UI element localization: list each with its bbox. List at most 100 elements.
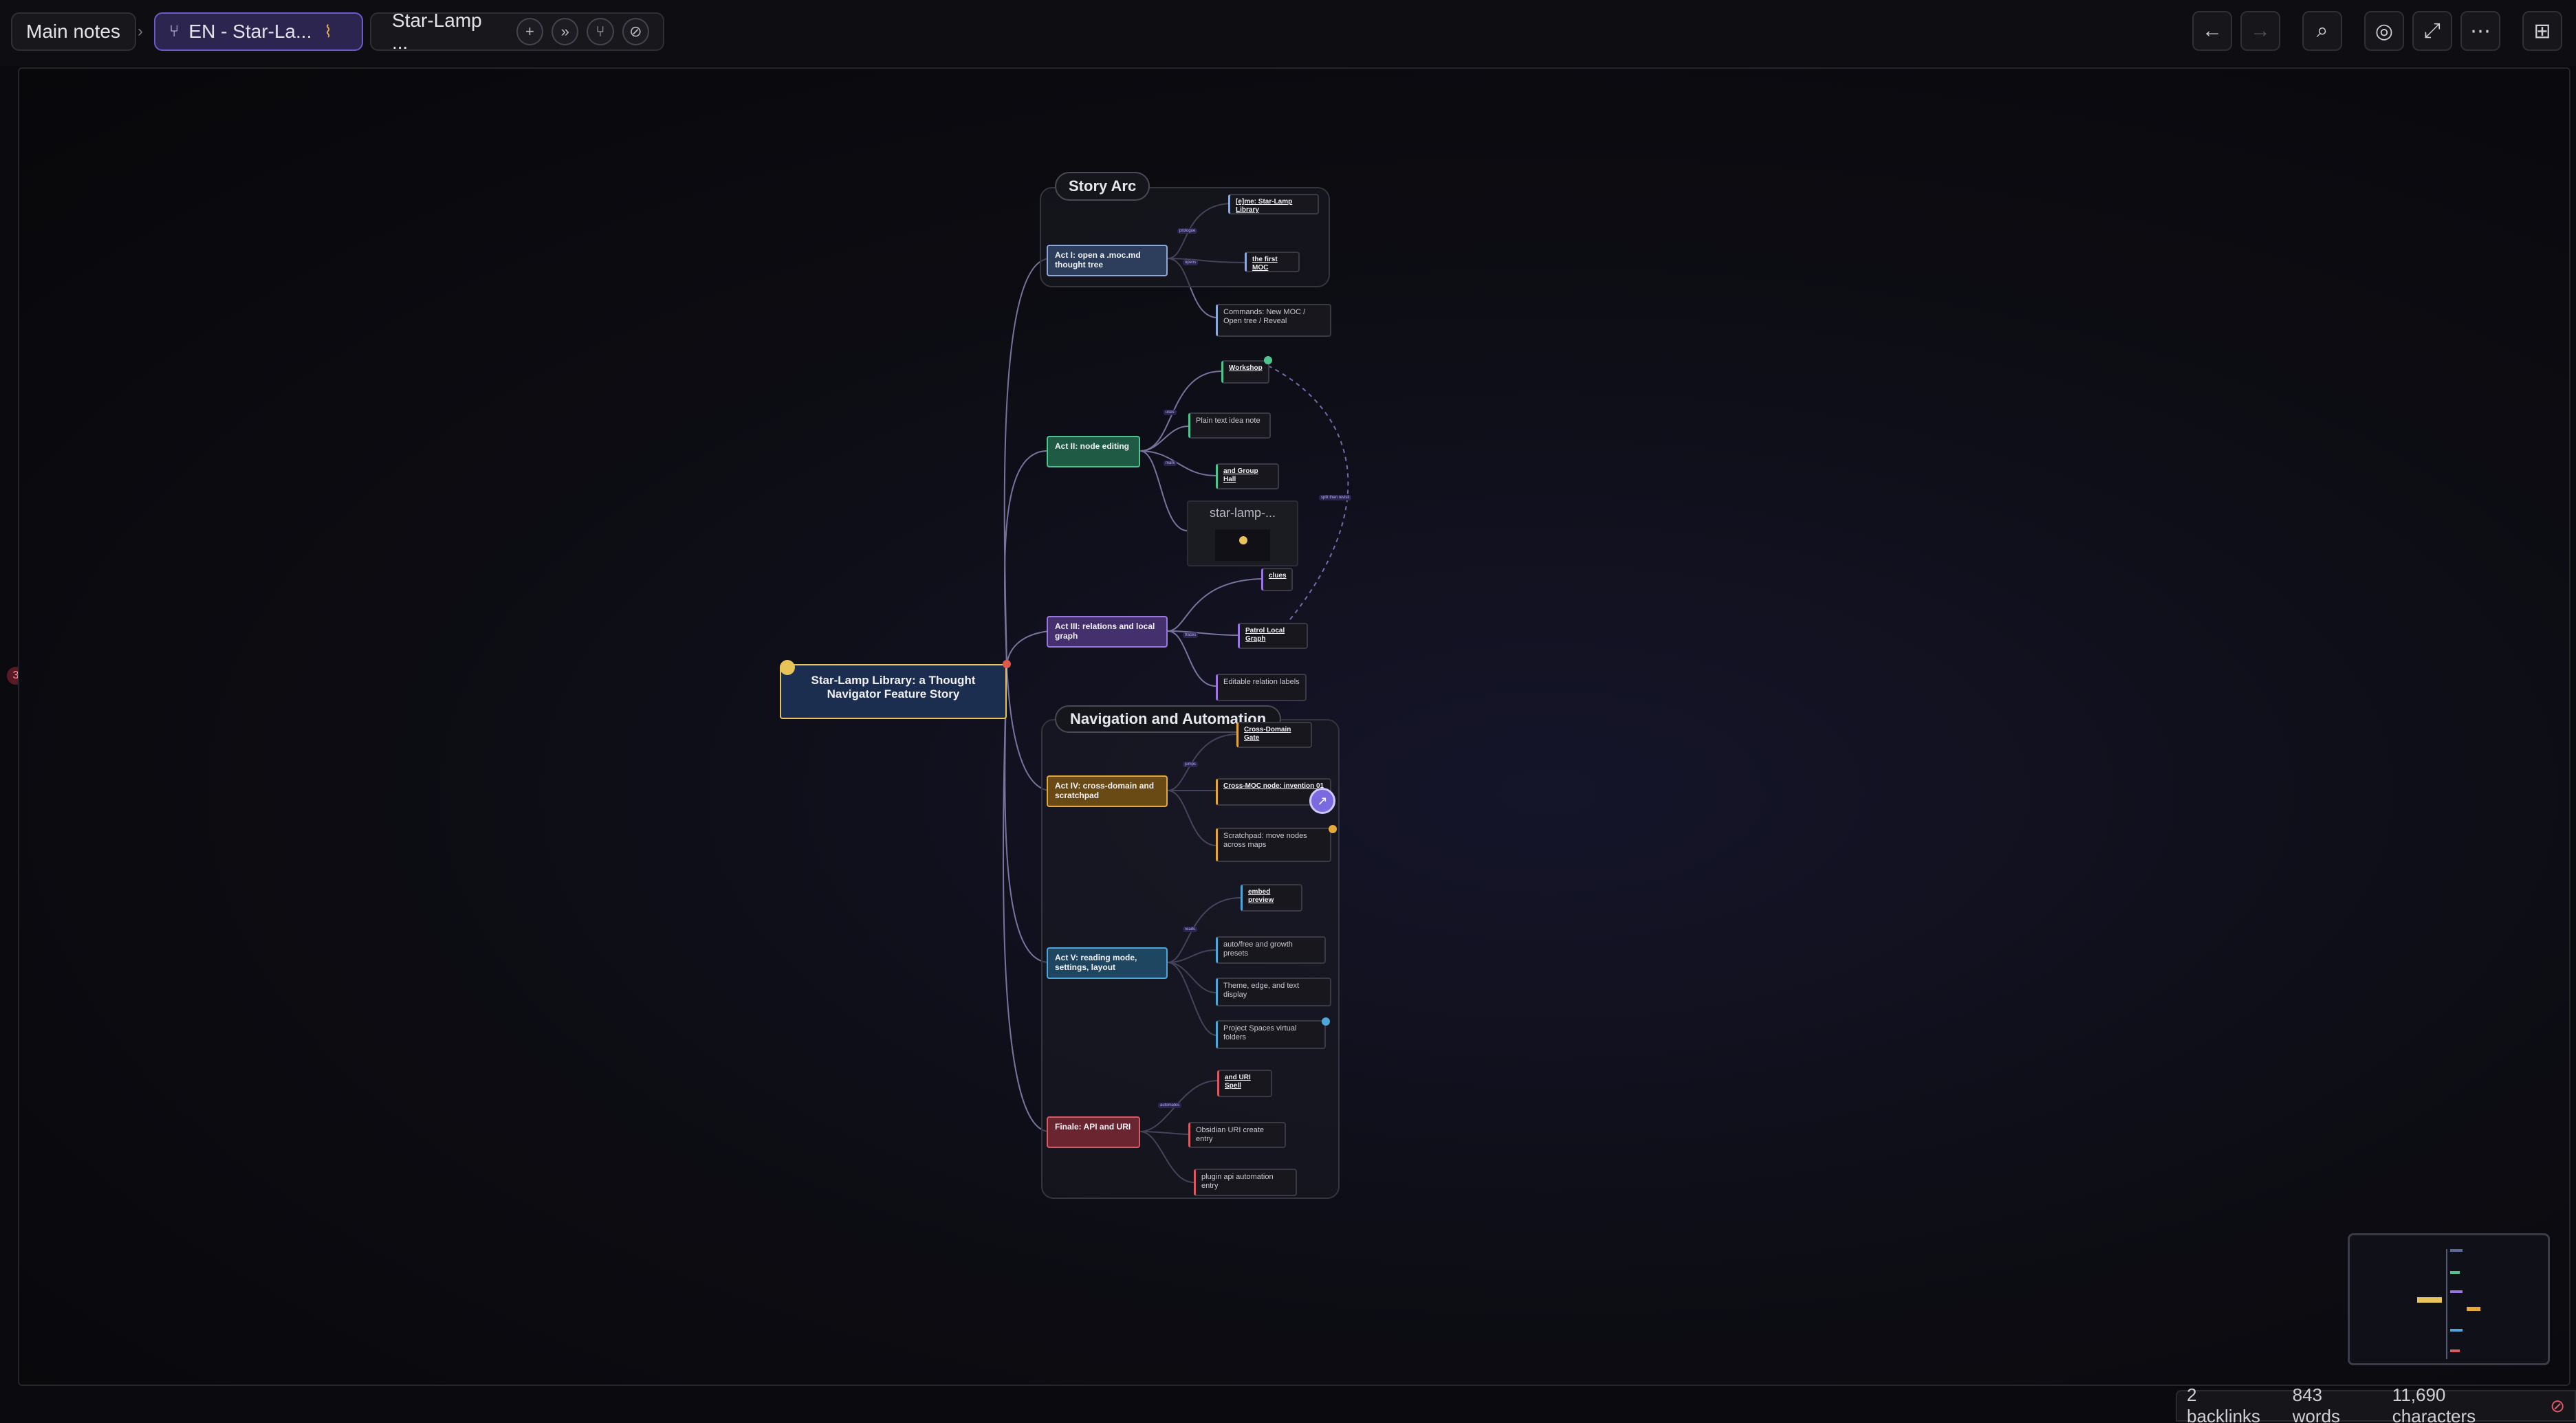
act4-node[interactable]: Act IV: cross-domain and scratchpad — [1047, 775, 1168, 807]
minimap-node — [2450, 1271, 2460, 1274]
leaf-label: Cross-MOC node: invention 01 — [1223, 782, 1324, 790]
leaf-label: embed preview — [1248, 888, 1274, 904]
leaf-label: clues — [1269, 572, 1287, 580]
leaf-label: Patrol Local Graph — [1245, 627, 1285, 643]
edge-label[interactable]: prologue — [1177, 228, 1198, 234]
leaf-plugin-api[interactable]: plugin api automation entry — [1194, 1169, 1297, 1196]
leaf-theme[interactable]: Theme, edge, and text display — [1216, 978, 1331, 1006]
breadcrumb-main-notes[interactable]: Main notes — [11, 12, 136, 51]
leaf-label: Scratchpad: move nodes across maps — [1223, 832, 1307, 850]
status-dot — [1322, 1017, 1330, 1026]
character-count: 11,690 characters — [2392, 1385, 2476, 1423]
minimap-node — [2467, 1307, 2480, 1311]
sync-error-icon[interactable]: ⊘ — [2550, 1396, 2565, 1417]
tab-label: EN - Star-La... — [188, 21, 312, 42]
leaf-embed-preview[interactable]: embed preview — [1241, 884, 1302, 912]
target-icon[interactable]: ◎ — [2364, 11, 2404, 51]
image-title: star-lamp-... — [1209, 506, 1276, 520]
open-link-icon[interactable]: ↗ — [1309, 788, 1335, 814]
leaf-label: Commands: New MOC / Open tree / Reveal — [1223, 308, 1306, 326]
act-label: Act IV: cross-domain and scratchpad — [1055, 781, 1155, 801]
leaf-commands[interactable]: Commands: New MOC / Open tree / Reveal — [1216, 304, 1331, 337]
image-node[interactable]: star-lamp-... — [1187, 500, 1298, 566]
leaf-star-lamp-library[interactable]: [e]me: Star-Lamp Library — [1228, 194, 1319, 214]
status-dot — [1264, 356, 1272, 364]
tab-label: Star-Lamp ... — [392, 10, 482, 53]
leaf-label: Obsidian URI create entry — [1196, 1126, 1265, 1144]
leaf-label: Theme, edge, and text display — [1223, 982, 1300, 1000]
edge-act3-child — [1167, 630, 1216, 687]
backlinks-count[interactable]: 2 backlinks — [2187, 1385, 2273, 1423]
leaf-label: [e]me: Star-Lamp Library — [1236, 198, 1293, 214]
eye-off-icon[interactable]: ⊘ — [622, 18, 649, 45]
edge-label[interactable]: reads — [1183, 927, 1198, 932]
minimap-root — [2417, 1297, 2442, 1303]
leaf-group-hall[interactable]: and Group Hall — [1216, 463, 1279, 489]
act1-node[interactable]: Act I: open a .moc.md thought tree — [1047, 245, 1168, 276]
leaf-plain-text[interactable]: Plain text idea note — [1188, 412, 1271, 439]
mindmap-canvas[interactable]: Story Arc Navigation and Automation Star… — [18, 67, 2570, 1386]
forward-button[interactable]: → — [2240, 11, 2280, 51]
act3-node[interactable]: Act III: relations and local graph — [1047, 616, 1168, 648]
search-icon[interactable]: ⌕ — [2302, 11, 2342, 51]
edge-label[interactable]: traces — [1183, 632, 1199, 638]
more-options-icon[interactable]: ⋯ — [2460, 11, 2500, 51]
tag-icon: ⌇ — [324, 22, 333, 41]
leaf-scratchpad[interactable]: Scratchpad: move nodes across maps — [1216, 828, 1331, 862]
edge-label[interactable]: automates — [1158, 1103, 1182, 1108]
edge-label[interactable]: opens — [1183, 260, 1199, 265]
leaf-editable[interactable]: Editable relation labels — [1216, 674, 1307, 701]
tab-second[interactable]: Star-Lamp ... + » ⑂ ⊘ — [370, 10, 664, 53]
leaf-label: and URI Spell — [1225, 1074, 1251, 1090]
leaf-label: the first MOC — [1252, 256, 1278, 272]
minimap-node — [2450, 1349, 2460, 1352]
act-label: Act II: node editing — [1055, 441, 1129, 451]
back-button[interactable]: ← — [2192, 11, 2232, 51]
leaf-patrol[interactable]: Patrol Local Graph — [1238, 623, 1308, 649]
leaf-label: Cross-Domain Gate — [1244, 726, 1291, 742]
connector-dot — [1003, 660, 1011, 668]
leaf-uri-spell[interactable]: and URI Spell — [1217, 1070, 1272, 1097]
leaf-obsidian-uri[interactable]: Obsidian URI create entry — [1188, 1122, 1286, 1148]
edge-act3-child — [1167, 630, 1238, 636]
leaf-label: plugin api automation entry — [1201, 1173, 1274, 1191]
minimap-node — [2450, 1329, 2463, 1332]
star-icon — [780, 660, 795, 675]
act5-node[interactable]: Act V: reading mode, settings, layout — [1047, 947, 1168, 979]
edge-act2-child — [1139, 450, 1216, 476]
layout-grid-icon[interactable]: ⊞ — [2522, 11, 2562, 51]
leaf-auto-free[interactable]: auto/free and growth presets — [1216, 936, 1326, 964]
finale-node[interactable]: Finale: API and URI — [1047, 1116, 1140, 1148]
minimap-spine — [2446, 1249, 2449, 1359]
edge-label[interactable]: split then revisit — [1319, 495, 1352, 500]
group-label-story-arc[interactable]: Story Arc — [1055, 172, 1150, 201]
leaf-project-spaces[interactable]: Project Spaces virtual folders — [1216, 1020, 1326, 1049]
act2-node[interactable]: Act II: node editing — [1047, 436, 1140, 467]
leaf-label: auto/free and growth presets — [1223, 940, 1293, 958]
status-dot — [1329, 825, 1337, 833]
root-node[interactable]: Star-Lamp Library: a Thought Navigator F… — [780, 664, 1007, 719]
leaf-cross-domain-gate[interactable]: Cross-Domain Gate — [1236, 722, 1312, 748]
act-label: Act V: reading mode, settings, layout — [1055, 953, 1137, 973]
edge-act2-child — [1139, 371, 1222, 452]
add-icon[interactable]: + — [516, 18, 544, 45]
breadcrumb-label: Main notes — [26, 21, 120, 42]
double-chevron-icon[interactable]: » — [552, 18, 579, 45]
act-label: Act I: open a .moc.md thought tree — [1055, 250, 1141, 270]
minimap[interactable] — [2348, 1233, 2550, 1365]
top-bar: Main notes › ⑂ EN - Star-La... ⌇ Star-La… — [0, 0, 2576, 66]
leaf-label: Project Spaces virtual folders — [1223, 1024, 1297, 1042]
tab-active-moc[interactable]: ⑂ EN - Star-La... ⌇ — [154, 12, 363, 51]
leaf-workshop[interactable]: Workshop — [1221, 360, 1269, 384]
branch-icon[interactable]: ⑂ — [587, 18, 614, 45]
leaf-label: Editable relation labels — [1223, 678, 1300, 686]
leaf-first-moc[interactable]: the first MOC — [1245, 252, 1300, 272]
act-label: Finale: API and URI — [1055, 1122, 1131, 1132]
fullscreen-icon[interactable]: ⤢ — [2412, 11, 2452, 51]
edge-label[interactable]: uses — [1164, 410, 1177, 415]
edge-label[interactable]: mark — [1164, 461, 1177, 466]
chevron-right-icon: › — [138, 22, 143, 41]
leaf-clues[interactable]: clues — [1261, 568, 1293, 591]
leaf-label: Plain text idea note — [1196, 417, 1260, 425]
edge-label[interactable]: jumps — [1183, 762, 1199, 767]
